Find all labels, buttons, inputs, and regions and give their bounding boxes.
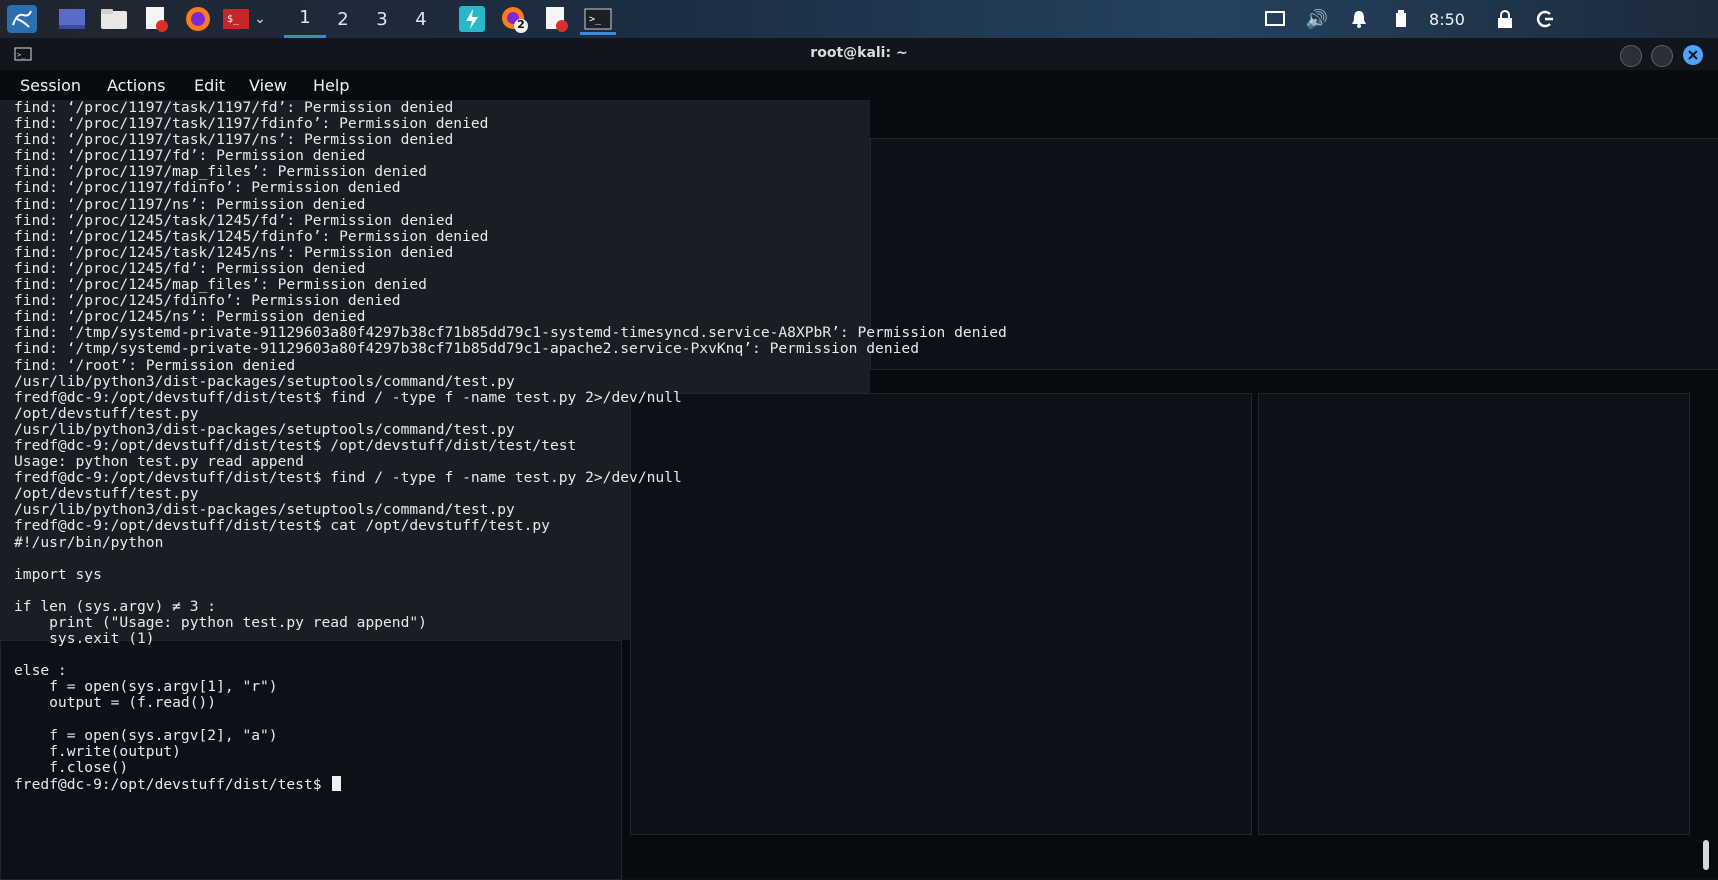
- terminal-line: find: ‘/proc/1245/map_files’: Permission…: [14, 276, 427, 294]
- close-button[interactable]: [1683, 45, 1703, 65]
- terminal-line: find: ‘/root’: Permission denied: [14, 356, 296, 374]
- background-inspector: [1258, 393, 1690, 835]
- terminal-line: f = open(sys.argv[2], "a"): [14, 726, 278, 744]
- minimize-button[interactable]: [1620, 45, 1642, 67]
- terminal-line: sys.exit (1): [14, 630, 155, 648]
- clock[interactable]: 8:50: [1424, 0, 1470, 38]
- maximize-button[interactable]: [1651, 45, 1673, 67]
- terminal-window-icon[interactable]: >_: [580, 5, 616, 35]
- terminal-line: find: ‘/proc/1197/task/1197/fd’: Permiss…: [14, 99, 454, 116]
- terminal-line: find: ‘/proc/1197/fd’: Permission denied: [14, 147, 366, 165]
- text-editor-icon[interactable]: [140, 5, 172, 33]
- terminal-line: fredf@dc-9:/opt/devstuff/dist/test$ find…: [14, 469, 682, 487]
- terminal-line: /opt/devstuff/test.py: [14, 404, 199, 422]
- terminal-line: find: ‘/proc/1197/fdinfo’: Permission de…: [14, 179, 401, 197]
- logout-icon[interactable]: [1530, 0, 1560, 38]
- window-titlebar[interactable]: >_ root@kali: ~: [0, 38, 1718, 70]
- terminal-line: find: ‘/proc/1197/ns’: Permission denied: [14, 195, 366, 213]
- file-manager-icon[interactable]: [98, 5, 130, 33]
- terminal-line: find: ‘/proc/1197/map_files’: Permission…: [14, 163, 427, 181]
- lock-icon[interactable]: [1490, 0, 1520, 38]
- kali-menu-icon[interactable]: [6, 5, 38, 33]
- menu-bar: Session Actions Edit View Help: [0, 70, 600, 100]
- workspace-2[interactable]: 2: [322, 0, 364, 38]
- terminal-line: find: ‘/proc/1245/fdinfo’: Permission de…: [14, 292, 401, 310]
- notifications-icon[interactable]: [1344, 0, 1374, 38]
- terminal-line: f.write(output): [14, 742, 181, 760]
- terminal-line: print ("Usage: python test.py read appen…: [14, 614, 427, 631]
- menu-view[interactable]: View: [249, 76, 287, 95]
- terminal-line: fredf@dc-9:/opt/devstuff/dist/test$ cat …: [14, 517, 550, 535]
- terminal-line: find: ‘/proc/1197/task/1197/ns’: Permiss…: [14, 131, 454, 149]
- window-title: root@kali: ~: [810, 45, 908, 61]
- terminal-line: fredf@dc-9:/opt/devstuff/dist/test$ /opt…: [14, 436, 577, 454]
- text-cursor: [332, 775, 342, 791]
- terminal-prompt: fredf@dc-9:/opt/devstuff/dist/test$: [14, 775, 331, 793]
- terminal-line: /opt/devstuff/test.py: [14, 485, 199, 503]
- menu-edit[interactable]: Edit: [194, 76, 225, 95]
- text-editor-window-icon[interactable]: [540, 5, 572, 33]
- terminal-line: find: ‘/tmp/systemd-private-91129603a80f…: [14, 324, 1007, 342]
- close-icon: [1688, 50, 1698, 60]
- terminal-line: f.close(): [14, 758, 129, 776]
- terminal-line: #!/usr/bin/python: [14, 533, 164, 551]
- terminal-line: find: ‘/tmp/systemd-private-91129603a80f…: [14, 340, 919, 358]
- terminal-line: /usr/lib/python3/dist-packages/setuptool…: [14, 420, 515, 438]
- firefox-icon[interactable]: [182, 5, 214, 33]
- workspace-3[interactable]: 3: [361, 0, 403, 38]
- workspace-4[interactable]: 4: [400, 0, 442, 38]
- menu-help[interactable]: Help: [313, 76, 349, 95]
- terminal-output[interactable]: find: ‘/proc/1197/task/1197/fd’: Permiss…: [14, 99, 1007, 793]
- terminal-line: f = open(sys.argv[1], "r"): [14, 678, 278, 696]
- window-count-badge: 2: [517, 18, 525, 31]
- terminal-line: find: ‘/proc/1245/task/1245/fd’: Permiss…: [14, 211, 454, 229]
- terminal-line: find: ‘/proc/1245/fd’: Permission denied: [14, 259, 366, 277]
- terminal-line: Usage: python test.py read append: [14, 453, 304, 471]
- terminal-line: output = (f.read()): [14, 694, 217, 712]
- terminal-line: find: ‘/proc/1245/ns’: Permission denied: [14, 308, 366, 326]
- terminal-line: find: ‘/proc/1245/task/1245/ns’: Permiss…: [14, 243, 454, 261]
- workspace-1[interactable]: 1: [284, 0, 326, 38]
- terminal-line: find: ‘/proc/1245/task/1245/fdinfo’: Per…: [14, 227, 489, 245]
- desktop-icon[interactable]: [56, 5, 88, 33]
- battery-icon[interactable]: [1386, 0, 1416, 38]
- terminal-prompt-line[interactable]: fredf@dc-9:/opt/devstuff/dist/test$: [14, 775, 1007, 793]
- terminal-line: /usr/lib/python3/dist-packages/setuptool…: [14, 372, 515, 390]
- svg-text:>_: >_: [589, 14, 602, 25]
- terminal-line: /usr/lib/python3/dist-packages/setuptool…: [14, 501, 515, 519]
- terminal-scrollbar[interactable]: [1703, 840, 1709, 870]
- burp-suite-icon[interactable]: [456, 5, 488, 33]
- display-icon[interactable]: [1260, 0, 1290, 38]
- svg-text:$_: $_: [227, 14, 240, 25]
- terminal-line: fredf@dc-9:/opt/devstuff/dist/test$ find…: [14, 388, 682, 406]
- terminal-line: else :: [14, 662, 67, 680]
- dropdown-chevron-icon[interactable]: ⌄: [248, 5, 272, 33]
- terminal-line: if len (sys.argv) ≠ 3 :: [14, 597, 217, 615]
- top-panel: $_ ⌄ 1 2 3 4 2 >_ 🔊 8:50: [0, 0, 1718, 38]
- menu-session[interactable]: Session: [20, 76, 81, 95]
- terminal-line: find: ‘/proc/1197/task/1197/fdinfo’: Per…: [14, 115, 489, 133]
- terminal-line: import sys: [14, 565, 102, 583]
- menu-actions[interactable]: Actions: [107, 76, 165, 95]
- volume-icon[interactable]: 🔊: [1302, 0, 1332, 38]
